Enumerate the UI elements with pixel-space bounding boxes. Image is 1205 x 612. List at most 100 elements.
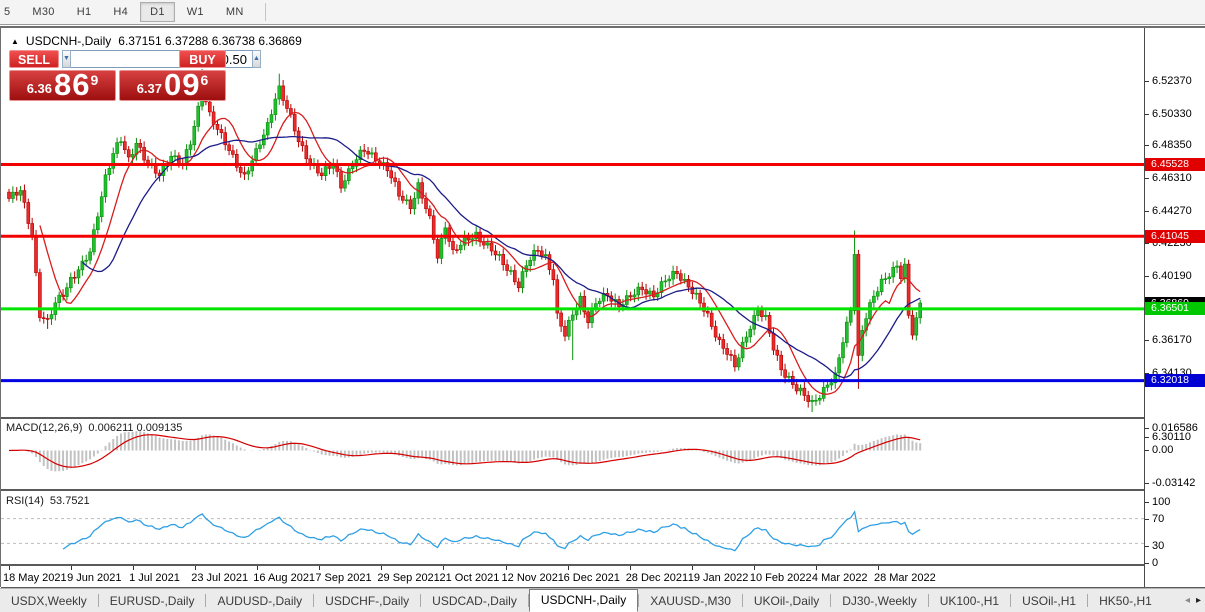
price-tick-mark (1145, 340, 1149, 342)
tab-ukoil-daily[interactable]: UKOil-,Daily (743, 591, 830, 611)
macd-tick-mark (1145, 483, 1149, 484)
volume-increase-icon[interactable]: ▲ (251, 50, 261, 68)
date-axis[interactable]: 18 May 2021 9 Jun 2021 1 Jul 2021 23 Jul 20… (1, 566, 1205, 589)
price-tick-mark (1145, 210, 1149, 212)
scroll-left-icon[interactable]: ◂ (1185, 595, 1190, 606)
price-axis[interactable]: 6.52370 6.50330 6.48350 6.46310 6.44270 6.422… (1144, 28, 1205, 587)
tab-scroll-arrows: ◂ ▸ (1185, 595, 1205, 606)
price-badge: 6.41045 (1145, 229, 1205, 243)
price-tick-mark (1145, 437, 1149, 439)
scroll-right-icon[interactable]: ▸ (1196, 595, 1201, 606)
tab-usdchf-daily[interactable]: USDCHF-,Daily (314, 591, 420, 611)
macd-label: MACD(12,26,9) 0.006211 0.009135 (6, 422, 183, 434)
mt4-terminal: 5 M30 H1 H4 D1 W1 MN ▲ USDCNH-,Daily 6.37151 6… (0, 0, 1205, 612)
price-tick-mark (1145, 243, 1149, 245)
sell-button[interactable]: SELL (9, 50, 59, 68)
macd-scale-label: -0.03142 (1152, 477, 1196, 489)
timeframe-button-mn[interactable]: MN (216, 2, 254, 22)
timeframe-toolbar: 5 M30 H1 H4 D1 W1 MN (0, 0, 1205, 25)
price-tick-label: 6.50330 (1152, 107, 1192, 120)
date-label: 6 Dec 2021 (563, 572, 620, 584)
rsi-tick-mark (1145, 546, 1149, 547)
date-tick-mark (133, 566, 135, 570)
date-tick-mark (257, 566, 259, 570)
date-tick-mark (877, 566, 879, 570)
date-label: 12 Nov 2021 (501, 572, 564, 584)
sell-price-big: 86 (54, 67, 91, 102)
sell-price-display[interactable]: 6.36 86 9 (9, 67, 116, 102)
date-tick-mark (9, 566, 10, 570)
tab-xauusd-m30[interactable]: XAUUSD-,M30 (639, 591, 742, 611)
date-tick-mark (505, 566, 507, 570)
tab-usdx-weekly[interactable]: USDX,Weekly (0, 591, 98, 611)
date-tick-mark (381, 566, 383, 570)
date-label: 21 Oct 2021 (439, 572, 500, 584)
date-tick-mark (815, 566, 817, 570)
date-label: 9 Jun 2021 (67, 572, 122, 584)
date-label: 7 Sep 2021 (315, 572, 372, 584)
chart-window: ▲ USDCNH-,Daily 6.37151 6.37288 6.36738 … (0, 26, 1205, 589)
sell-price-prefix: 6.36 (26, 81, 53, 96)
date-label: 1 Jul 2021 (129, 572, 180, 584)
tab-uk100-h1[interactable]: UK100-,H1 (929, 591, 1010, 611)
macd-scale-label: 0.016586 (1152, 422, 1198, 434)
timeframe-button-h4[interactable]: H4 (103, 2, 138, 22)
buy-price-pip: 6 (200, 72, 209, 88)
price-tick-mark (1145, 113, 1149, 115)
price-tick-mark (1145, 81, 1149, 82)
timeframe-button-5[interactable]: 5 (2, 2, 20, 22)
date-label: 16 Aug 2021 (253, 572, 316, 584)
date-tick-mark (753, 566, 755, 570)
buy-price-big: 09 (164, 67, 201, 102)
date-label: 19 Jan 2022 (687, 572, 749, 584)
timeframe-button-w1[interactable]: W1 (177, 2, 214, 22)
price-tick-mark (1145, 275, 1149, 277)
price-tick-label: 6.40190 (1152, 269, 1192, 282)
date-tick-mark (71, 566, 73, 570)
price-tick-label: 6.46310 (1152, 171, 1192, 184)
date-label: 4 Mar 2022 (811, 572, 868, 584)
date-label: 23 Jul 2021 (191, 572, 249, 584)
price-tick-label: 6.48350 (1152, 139, 1192, 152)
tab-usdcad-daily[interactable]: USDCAD-,Daily (421, 591, 528, 611)
date-tick-mark (319, 566, 321, 570)
date-tick-mark (567, 566, 569, 570)
volume-spinner: ▼ ▲ (62, 50, 261, 68)
tab-usdcnh-daily[interactable]: USDCNH-,Daily (528, 589, 639, 612)
tab-dj30-weekly[interactable]: DJ30-,Weekly (831, 591, 927, 611)
tab-eurusd-daily[interactable]: EURUSD-,Daily (99, 591, 206, 611)
rsi-pane[interactable]: RSI(14) 53.7521 (1, 492, 1205, 566)
date-tick-mark (691, 566, 693, 570)
price-tick-mark (1145, 177, 1149, 179)
toolbar-separator (264, 3, 266, 21)
macd-tick-mark (1145, 449, 1149, 451)
buy-button[interactable]: BUY (179, 50, 226, 68)
tab-hk50-h1[interactable]: HK50-,H1 (1088, 591, 1163, 611)
buy-price-prefix: 6.37 (136, 81, 163, 96)
buy-price-display[interactable]: 6.37 09 6 (119, 67, 226, 102)
macd-tick-mark (1145, 428, 1149, 429)
date-tick-mark (443, 566, 445, 570)
date-label: 10 Feb 2022 (749, 572, 812, 584)
price-badge: 6.36501 (1145, 302, 1205, 316)
date-label: 18 May 2021 (3, 572, 67, 584)
rsi-scale-label: 0 (1152, 557, 1159, 569)
tab-audusd-daily[interactable]: AUDUSD-,Daily (206, 591, 313, 611)
date-label: 29 Sep 2021 (377, 572, 440, 584)
rsi-tick-mark (1145, 502, 1149, 503)
date-tick-mark (195, 566, 197, 570)
price-tick-label: 6.36170 (1152, 334, 1192, 347)
tab-usoil-h1[interactable]: USOil-,H1 (1011, 591, 1087, 611)
price-badge: 6.45528 (1145, 157, 1205, 171)
timeframe-button-h1[interactable]: H1 (67, 2, 102, 22)
rsi-scale-label: 70 (1152, 513, 1165, 525)
rsi-label: RSI(14) 53.7521 (6, 495, 90, 507)
rsi-scale-label: 30 (1152, 540, 1165, 552)
timeframe-button-m30[interactable]: M30 (22, 2, 64, 22)
price-badge: 6.32018 (1145, 374, 1205, 388)
date-tick-mark (629, 566, 631, 570)
volume-decrease-icon[interactable]: ▼ (62, 50, 71, 68)
macd-pane[interactable]: MACD(12,26,9) 0.006211 0.009135 (1, 417, 1205, 491)
timeframe-button-d1[interactable]: D1 (140, 2, 175, 22)
price-tick-mark (1145, 145, 1149, 147)
